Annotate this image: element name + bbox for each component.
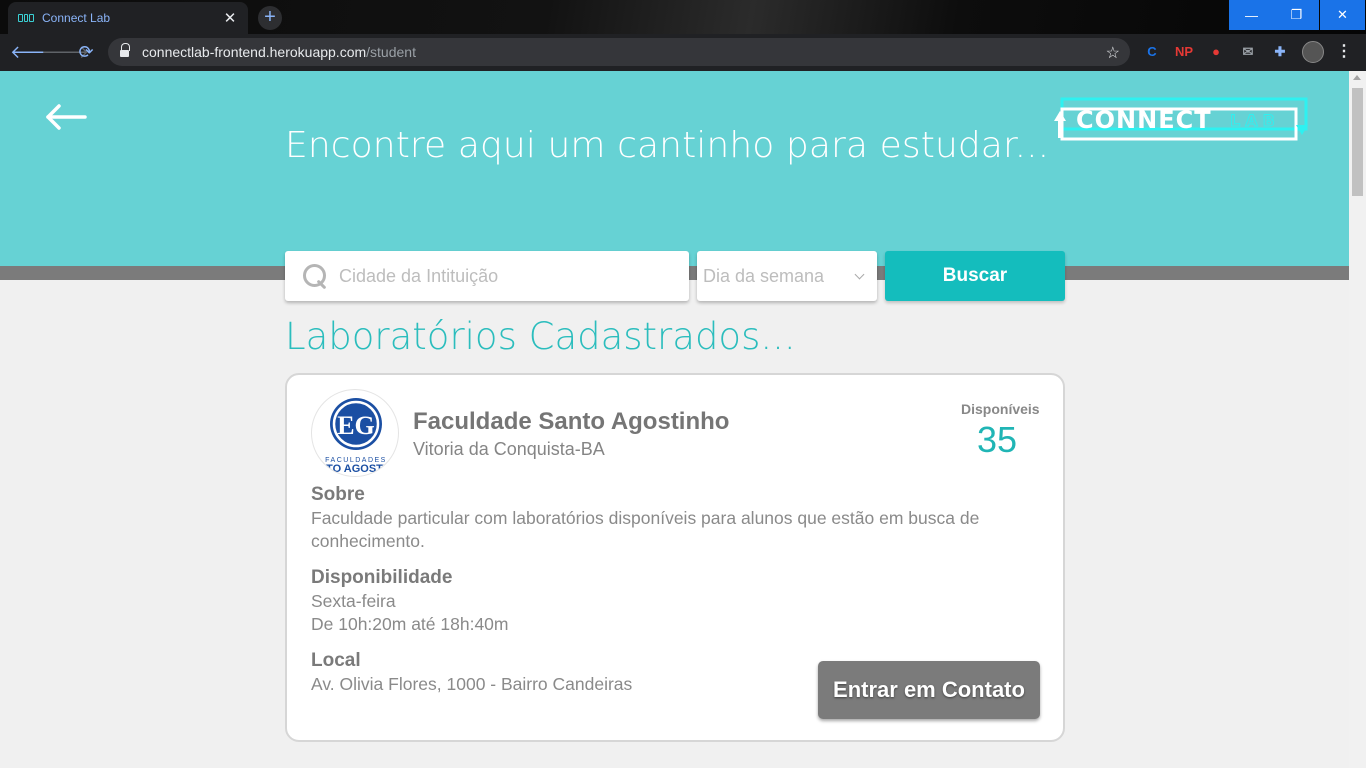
availability-heading: Disponibilidade [311, 567, 453, 588]
section-title: Laboratórios Cadastrados... [285, 315, 796, 358]
svg-text:EG: EG [337, 411, 375, 440]
forward-nav-icon[interactable]: 🡒 [41, 41, 89, 65]
tab-title: Connect Lab [42, 11, 111, 25]
profile-avatar[interactable] [1302, 41, 1324, 63]
availability-day: Sexta-feira [311, 591, 396, 611]
url-path: /student [366, 44, 416, 60]
institution-name: Faculdade Santo Agostinho [413, 408, 730, 435]
weekday-select[interactable]: Dia da semana [697, 251, 877, 301]
scroll-thumb[interactable] [1352, 88, 1363, 196]
puzzle-extension-icon[interactable]: ✚ [1270, 42, 1290, 62]
institution-city: Vitoria da Conquista-BA [413, 439, 605, 459]
svg-text:NTO AGOSTIN: NTO AGOSTIN [318, 463, 394, 475]
available-label: Disponíveis [961, 401, 1040, 417]
location-text: Av. Olivia Flores, 1000 - Bairro Candeir… [311, 674, 633, 694]
browser-tab[interactable]: Connect Lab ✕ [8, 2, 248, 34]
mail-extension-icon[interactable]: ✉ [1238, 42, 1258, 62]
available-count: 35 [977, 419, 1018, 460]
availability-time: De 10h:20m até 18h:40m [311, 614, 509, 634]
institution-logo: EG FACULDADES NTO AGOSTIN [311, 389, 399, 477]
menu-kebab-icon[interactable]: ⋮ [1334, 42, 1354, 62]
tab-strip: Connect Lab ✕ + — ❐ ✕ [0, 0, 1366, 34]
connectlab-logo[interactable]: CONNECT LAB [1050, 97, 1310, 145]
refresh-c-extension-icon[interactable]: C [1142, 42, 1162, 62]
weekday-select-value: Dia da semana [703, 265, 825, 286]
tab-close-icon[interactable]: ✕ [222, 9, 238, 27]
back-arrow-icon[interactable] [44, 102, 88, 132]
window-close-button[interactable]: ✕ [1320, 0, 1365, 30]
logo-subtext: LAB [1230, 111, 1280, 130]
bookmark-star-icon[interactable]: ☆ [1106, 43, 1120, 63]
city-search-input[interactable] [339, 265, 659, 287]
about-heading: Sobre [311, 484, 365, 505]
logo-text: CONNECT [1076, 106, 1212, 134]
location-heading: Local [311, 650, 361, 671]
about-text: Faculdade particular com laboratórios di… [311, 508, 980, 551]
contact-button[interactable]: Entrar em Contato [818, 661, 1040, 719]
city-search-field[interactable] [285, 251, 689, 301]
page-scrollbar[interactable] [1349, 71, 1366, 768]
url-host: connectlab-frontend.herokuapp.com [142, 44, 367, 60]
reload-icon[interactable]: ⟳ [74, 41, 98, 65]
np-extension-icon[interactable]: NP [1174, 42, 1194, 62]
window-restore-button[interactable]: ❐ [1274, 0, 1319, 30]
address-bar[interactable]: connectlab-frontend.herokuapp.com/studen… [108, 38, 1130, 66]
stop-extension-icon[interactable]: ● [1206, 42, 1226, 62]
search-icon [301, 262, 329, 290]
window-minimize-button[interactable]: — [1229, 0, 1274, 30]
new-tab-button[interactable]: + [258, 6, 282, 30]
connectlab-favicon-icon [18, 14, 35, 22]
chevron-down-icon [854, 269, 865, 279]
lab-card: EG FACULDADES NTO AGOSTIN Faculdade Sant… [285, 373, 1065, 742]
lock-icon [120, 42, 130, 58]
browser-chrome: Connect Lab ✕ + — ❐ ✕ 🡐 🡒 ⟳ connectlab-f… [0, 0, 1366, 71]
back-nav-icon[interactable]: 🡐 [10, 41, 58, 65]
search-button[interactable]: Buscar [885, 251, 1065, 301]
page-title: Encontre aqui um cantinho para estudar..… [285, 125, 1050, 166]
scroll-up-icon[interactable] [1353, 75, 1361, 80]
